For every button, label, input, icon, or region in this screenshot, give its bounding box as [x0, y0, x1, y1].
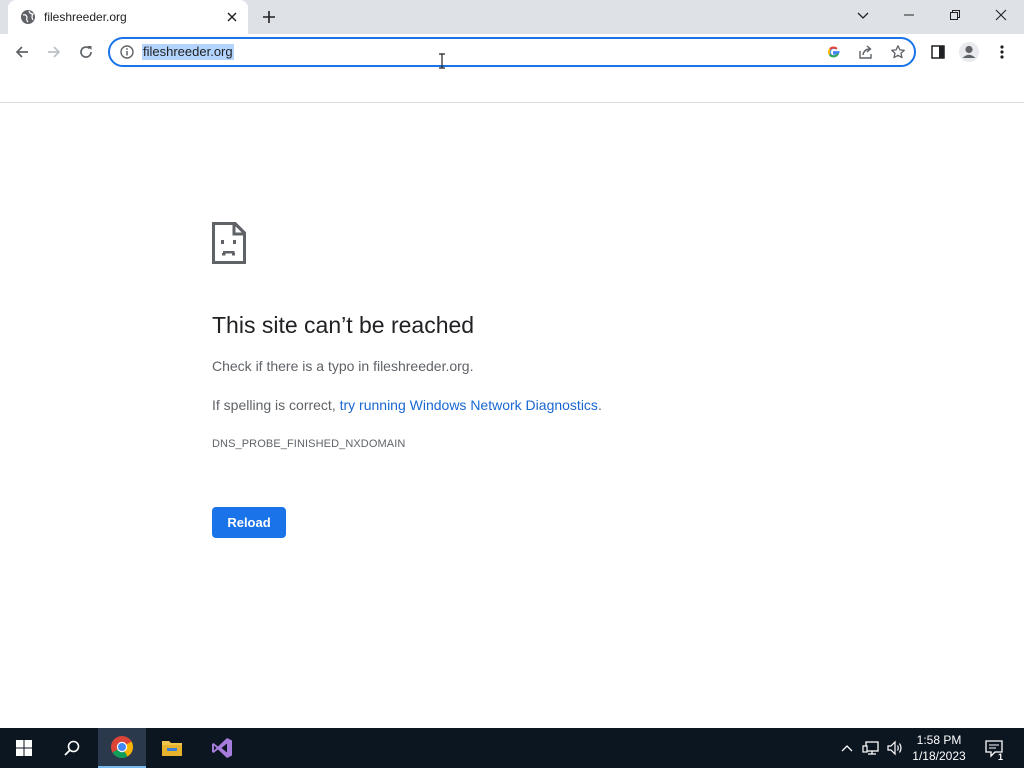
visual-studio-icon[interactable]: [198, 728, 246, 768]
typo-hint: Check if there is a typo in fileshreeder…: [212, 358, 474, 374]
windows-start-icon[interactable]: [0, 728, 48, 768]
text-cursor-icon: [438, 53, 446, 69]
restore-icon[interactable]: [946, 6, 964, 24]
toolbar: fileshreeder.org: [0, 34, 1024, 70]
diagnostics-link[interactable]: try running Windows Network Diagnostics: [340, 397, 598, 413]
taskbar: 1:58 PM 1/18/2023 1: [0, 728, 1024, 768]
taskbar-clock[interactable]: 1:58 PM 1/18/2023: [906, 732, 972, 764]
diagnostics-prefix: If spelling is correct,: [212, 397, 340, 413]
address-bar[interactable]: fileshreeder.org: [108, 37, 916, 67]
diagnostics-suffix: .: [597, 397, 602, 413]
forward-arrow-icon[interactable]: [44, 42, 64, 62]
error-title: This site can’t be reached: [212, 312, 475, 338]
chevron-up-icon[interactable]: [838, 739, 856, 757]
reload-icon[interactable]: [76, 42, 96, 62]
network-icon[interactable]: [862, 739, 880, 757]
toolbar-divider: [0, 102, 1024, 103]
url-text[interactable]: fileshreeder.org: [142, 44, 234, 60]
chrome-icon[interactable]: [98, 728, 146, 768]
chevron-down-icon[interactable]: [854, 6, 872, 24]
google-icon[interactable]: [826, 44, 842, 60]
volume-icon[interactable]: [886, 739, 904, 757]
info-icon[interactable]: [119, 44, 135, 60]
tab-title: fileshreeder.org: [44, 10, 127, 24]
plus-icon[interactable]: [260, 8, 278, 26]
reload-button[interactable]: Reload: [212, 507, 286, 538]
notification-count: 1: [998, 752, 1004, 762]
clock-date: 1/18/2023: [912, 749, 966, 763]
back-arrow-icon[interactable]: [12, 42, 32, 62]
file-explorer-icon[interactable]: [148, 728, 196, 768]
profile-icon[interactable]: [958, 41, 980, 63]
share-icon[interactable]: [858, 44, 874, 60]
error-code: DNS_PROBE_FINISHED_NXDOMAIN: [212, 438, 406, 450]
kebab-menu-icon[interactable]: [992, 42, 1012, 62]
star-icon[interactable]: [890, 44, 906, 60]
minimize-icon[interactable]: [900, 6, 918, 24]
diagnostics-hint: If spelling is correct, try running Wind…: [212, 397, 602, 413]
search-icon[interactable]: [48, 728, 96, 768]
window-close-icon[interactable]: [992, 6, 1010, 24]
close-icon[interactable]: [224, 9, 240, 25]
globe-icon: [20, 9, 36, 25]
tab-active[interactable]: fileshreeder.org: [8, 0, 248, 34]
side-panel-icon[interactable]: [928, 42, 948, 62]
clock-time: 1:58 PM: [916, 733, 962, 747]
tab-strip: fileshreeder.org: [0, 0, 1024, 34]
sad-page-icon: [212, 222, 246, 264]
